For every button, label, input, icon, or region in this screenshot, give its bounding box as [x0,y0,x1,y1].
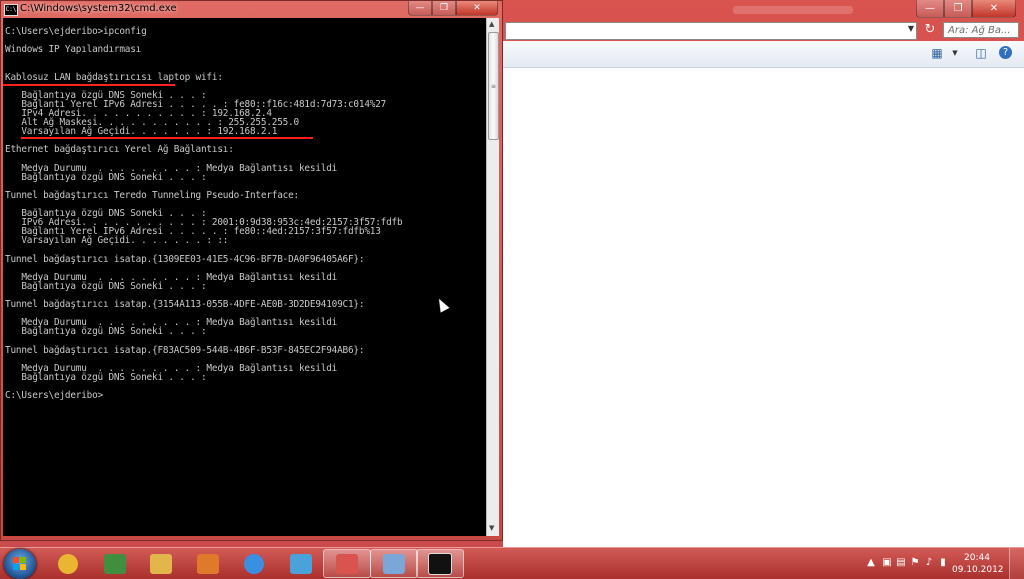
cmd-window-controls: — ❐ ✕ [408,1,498,16]
console-line: C:\Users\ejderibo>ipconfig [5,26,147,37]
close-button[interactable]: ✕ [456,1,498,16]
help-icon[interactable]: ? [999,46,1012,59]
taskbar-button[interactable] [323,549,371,578]
clock-time: 20:44 [964,553,990,563]
taskbar-button[interactable] [91,549,139,578]
console-line: Varsayılan Ağ Geçidi. . . . . . . : 192.… [5,126,278,138]
console-line: Varsayılan Ağ Geçidi. . . . . . . : :: [5,235,229,247]
calculator-icon [103,553,126,574]
scroll-up-arrow-icon[interactable]: ▲ [489,20,494,28]
console-line: Kablosuz LAN bağdaştırıcısı laptop wifi: [5,71,223,83]
clock-date: 09.10.2012 [952,565,1004,575]
network-signal-icon[interactable]: ▮ [938,557,948,568]
cmd-window: C:\ C:\Windows\system32\cmd.exe — ❐ ✕ C:… [0,0,503,541]
console-line: C:\Users\ejderibo> [5,390,103,401]
cmd-icon[interactable]: C:\ [4,4,18,16]
window-title: C:\Windows\system32\cmd.exe [20,3,177,14]
taskbar-button[interactable] [44,549,92,578]
explorer-content-pane[interactable] [503,68,1024,547]
explorer-title-area [733,6,853,14]
scroll-down-arrow-icon[interactable]: ▼ [489,524,494,532]
preview-pane-icon[interactable]: ◫ [973,46,989,60]
console-line: Tunnel bağdaştırıcı isatap.{F83AC509-544… [5,344,365,356]
minimize-button[interactable]: — [408,1,432,16]
internet-explorer-icon [244,553,264,574]
console-scrollbar[interactable]: ▲ ≡ ▼ [486,18,499,536]
grip-icon: ≡ [491,83,497,90]
folder-icon [150,553,172,574]
close-button[interactable]: ✕ [972,0,1016,18]
taskbar-button[interactable] [416,549,464,578]
console-line: Tunnel bağdaştırıcı Teredo Tunneling Pse… [5,189,299,201]
taskbar-button[interactable] [277,549,325,578]
media-player-icon [196,553,219,574]
search-input[interactable]: Ara: Ağ Ba... [943,22,1019,38]
explorer-toolbar: ▦ ▼ ◫ ? [503,41,1024,68]
printer-icon[interactable]: ▣ [882,557,892,568]
taskbar-button[interactable] [230,549,278,578]
chrome-icon [58,553,78,574]
network-icon [289,553,312,574]
scrollbar-thumb[interactable]: ≡ [488,32,499,140]
explorer-titlebar[interactable]: — ❐ ✕ [503,0,1024,22]
volume-icon[interactable]: ♪ [924,557,934,568]
maximize-button[interactable]: ❐ [944,0,972,18]
start-button[interactable] [4,549,36,579]
console-line: Bağlantıya özgü DNS Soneki . . . : [5,371,207,383]
taskbar-button[interactable] [137,549,185,578]
highlight-underline [3,84,175,86]
view-options-icon[interactable]: ▦ [929,46,945,60]
system-tray: ▲ ▣ ▤ ⚑ ♪ ▮ 20:44 09.10.2012 [844,548,1024,579]
console-line: Ethernet bağdaştırıcı Yerel Ağ Bağlantıs… [5,144,234,156]
chevron-down-icon[interactable]: ▼ [947,46,963,60]
maximize-button[interactable]: ❐ [432,1,456,16]
taskbar-button[interactable] [184,549,232,578]
windows-logo-icon [13,557,27,571]
console-line: Bağlantıya özgü DNS Soneki . . . : [5,280,207,292]
device-icon[interactable]: ▤ [896,557,906,568]
console-line: Tunnel bağdaştırıcı isatap.{1309EE03-41E… [5,253,365,265]
action-center-flag-icon[interactable]: ⚑ [910,557,920,568]
console-line: Tunnel bağdaştırıcı isatap.{3154A113-055… [5,299,365,310]
show-hidden-icons-icon[interactable]: ▲ [866,557,876,568]
address-field[interactable]: ▼ [505,22,917,40]
windows-flag-icon [336,553,358,574]
explorer-window: — ❐ ✕ ▼ ↻ Ara: Ağ Ba... ▦ ▼ ◫ ? [503,0,1024,547]
refresh-icon[interactable]: ↻ [921,22,939,38]
control-panel-icon [382,553,405,574]
console-line: Windows IP Yapılandırması [5,44,142,56]
chevron-down-icon[interactable]: ▼ [908,24,914,33]
taskbar-button[interactable] [369,549,418,578]
show-desktop-button[interactable] [1009,548,1024,579]
explorer-window-controls: — ❐ ✕ [916,0,1016,18]
highlight-underline [21,137,313,139]
cmd-titlebar[interactable]: C:\ C:\Windows\system32\cmd.exe — ❐ ✕ [1,1,502,18]
taskbar: ▲ ▣ ▤ ⚑ ♪ ▮ 20:44 09.10.2012 [0,547,1024,579]
explorer-addressbar: ▼ ↻ Ara: Ağ Ba... [503,20,1024,40]
console-line: Bağlantıya özgü DNS Soneki . . . : [5,326,207,338]
console-line: Bağlantıya özgü DNS Soneki . . . : [5,171,207,183]
cmd-icon [428,552,452,575]
console-output[interactable]: C:\Users\ejderibo>ipconfig Windows IP Yap… [3,18,486,536]
minimize-button[interactable]: — [916,0,944,18]
clock[interactable]: 20:44 09.10.2012 [952,552,1004,576]
